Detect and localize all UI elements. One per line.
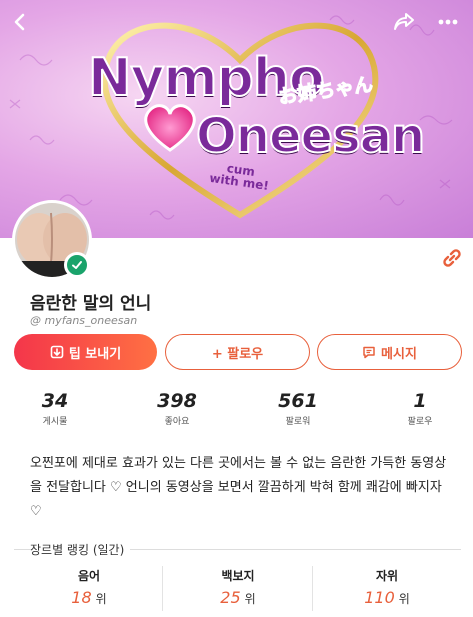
link-icon bbox=[443, 249, 461, 267]
more-dots-icon bbox=[438, 19, 458, 25]
ranking-unit: 위 bbox=[398, 592, 410, 606]
stat-label: 팔로우 bbox=[407, 417, 433, 427]
ranking-item[interactable]: 자위 110 위 bbox=[327, 567, 447, 607]
message-icon bbox=[362, 345, 376, 359]
ranking-unit: 위 bbox=[95, 592, 107, 606]
ranking-category: 백보지 bbox=[221, 569, 255, 583]
chevron-left-icon bbox=[14, 13, 25, 31]
stat-label: 게시물 bbox=[42, 417, 68, 427]
stat-label: 좋아요 bbox=[164, 417, 190, 427]
more-button[interactable] bbox=[432, 6, 464, 38]
share-icon bbox=[394, 13, 414, 30]
send-tip-button[interactable]: 팁 보내기 bbox=[14, 334, 157, 370]
ranking-position: 110 bbox=[364, 588, 395, 607]
link-button[interactable] bbox=[440, 246, 464, 270]
top-bar bbox=[0, 0, 473, 44]
stat-posts[interactable]: 34 게시물 bbox=[5, 390, 105, 427]
ranking-category: 음어 bbox=[77, 569, 101, 583]
stat-value: 561 bbox=[278, 390, 318, 412]
follow-label: + 팔로우 bbox=[211, 346, 264, 362]
ranking-position: 25 bbox=[220, 588, 241, 607]
display-name: 음란한 말의 언니 bbox=[30, 294, 152, 314]
ranking-unit: 위 bbox=[244, 592, 256, 606]
stat-label: 팔로워 bbox=[285, 417, 311, 427]
ranking-item[interactable]: 음어 18 위 bbox=[29, 567, 149, 607]
banner-logo-line2: Oneesan bbox=[195, 107, 426, 165]
gift-icon bbox=[50, 345, 64, 359]
message-label: 메시지 bbox=[381, 346, 417, 362]
profile-bio: 오찐포에 제대로 효과가 있는 다른 곳에서는 볼 수 없는 음란한 가득한 동… bbox=[30, 456, 447, 519]
divider bbox=[312, 566, 313, 611]
stat-value: 34 bbox=[41, 390, 69, 412]
stat-likes[interactable]: 398 좋아요 bbox=[127, 390, 227, 427]
stat-following[interactable]: 1 팔로우 bbox=[370, 390, 470, 427]
back-button[interactable] bbox=[4, 6, 36, 38]
ranking-position: 18 bbox=[71, 588, 92, 607]
user-handle: @ myfans_oneesan bbox=[30, 314, 138, 327]
stat-followers[interactable]: 561 팔로워 bbox=[248, 390, 348, 427]
checkmark-icon bbox=[72, 261, 82, 269]
ranking-category: 자위 bbox=[375, 569, 399, 583]
message-button[interactable]: 메시지 bbox=[317, 334, 462, 370]
verified-badge bbox=[64, 252, 90, 278]
ranking-item[interactable]: 백보지 25 위 bbox=[178, 567, 298, 607]
send-tip-label: 팁 보내기 bbox=[68, 346, 122, 362]
stat-value: 398 bbox=[157, 390, 197, 412]
share-button[interactable] bbox=[388, 6, 420, 38]
stat-value: 1 bbox=[413, 390, 427, 412]
divider bbox=[162, 566, 163, 611]
profile-banner: Nympho Oneesan お姉ちゃん cum with me! bbox=[0, 0, 473, 238]
follow-button[interactable]: + 팔로우 bbox=[165, 334, 310, 370]
ranking-title: 장르별 랭킹 (일간) bbox=[30, 541, 131, 558]
